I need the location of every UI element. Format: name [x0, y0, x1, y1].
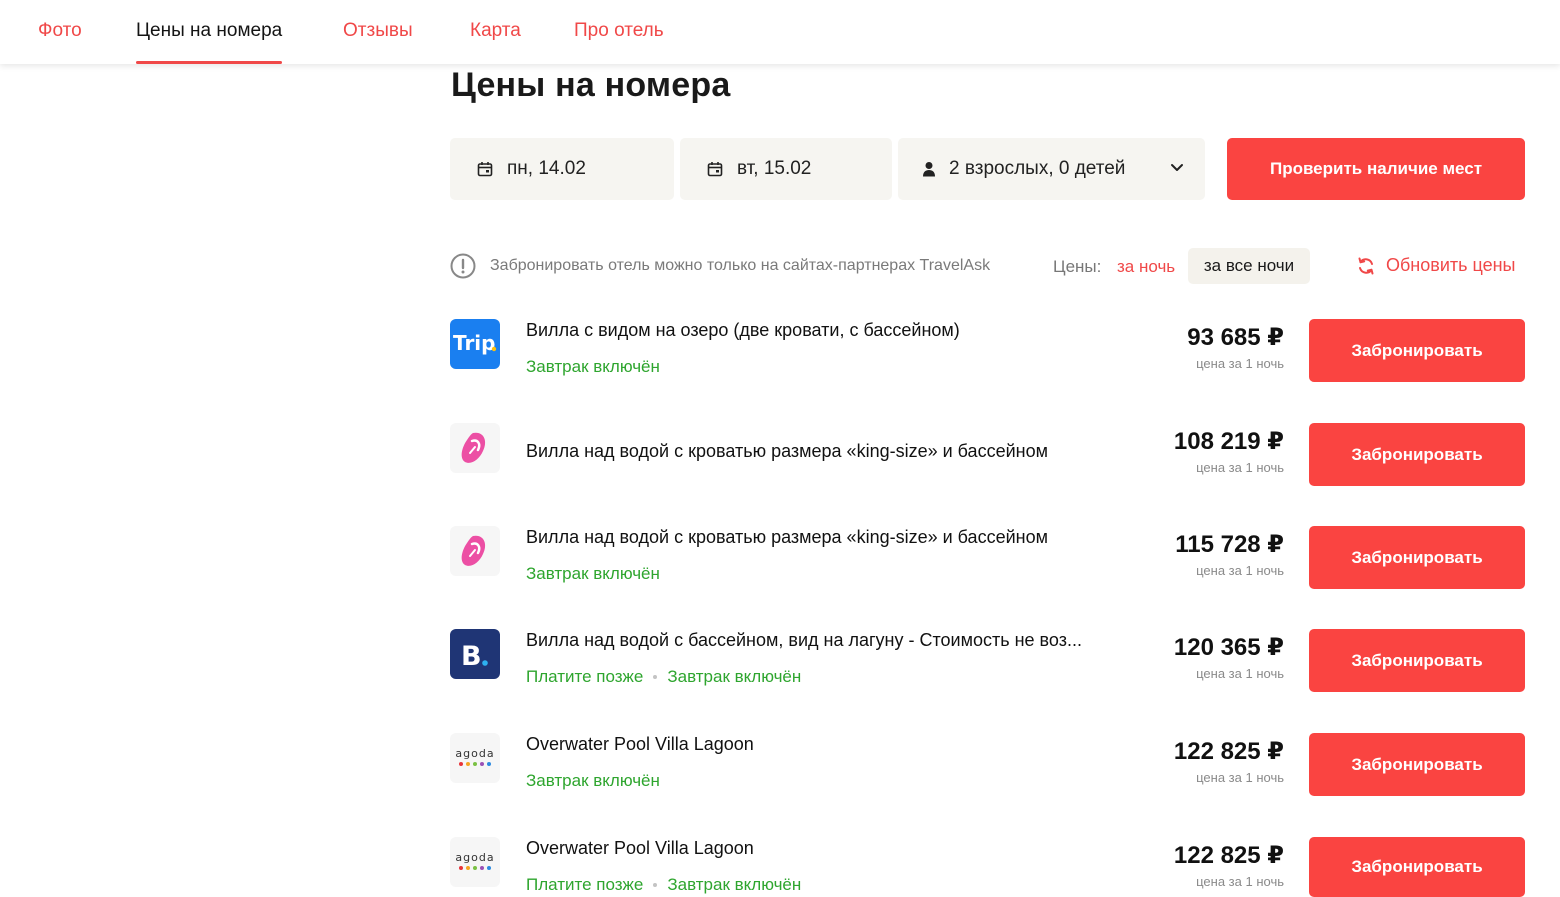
- offer-row: B Вилла над водой с бассейном, вид на ла…: [450, 629, 1525, 693]
- offer-price: 115 728 ₽: [1175, 531, 1284, 558]
- offer-tags: Платите позже Завтрак включён: [526, 875, 801, 895]
- offer-row: agoda Overwater Pool Villa Lagoon Платит…: [450, 837, 1525, 897]
- check-availability-button[interactable]: Проверить наличие мест: [1227, 138, 1525, 200]
- offer-room-name: Overwater Pool Villa Lagoon: [526, 838, 754, 858]
- book-button[interactable]: Забронировать: [1309, 423, 1525, 486]
- ostrovok-logo-icon: [450, 526, 500, 576]
- partner-notice-text: Забронировать отель можно только на сайт…: [490, 257, 991, 274]
- offer-tags: Завтрак включён: [526, 357, 660, 377]
- page-title: Цены на номера: [451, 66, 731, 104]
- offer-price-unit: цена за 1 ночь: [1196, 356, 1284, 371]
- price-all-nights-option[interactable]: за все ночи: [1188, 248, 1310, 284]
- chevron-down-icon: [1169, 159, 1185, 175]
- book-button[interactable]: Забронировать: [1309, 526, 1525, 589]
- agoda-logo-icon: agoda: [450, 733, 500, 783]
- offer-price-unit: цена за 1 ночь: [1196, 770, 1284, 785]
- tab-about-hotel[interactable]: Про отель: [574, 0, 664, 64]
- book-button[interactable]: Забронировать: [1309, 837, 1525, 897]
- tab-reviews[interactable]: Отзывы: [343, 0, 413, 64]
- refresh-prices-label: Обновить цены: [1386, 255, 1516, 275]
- offer-room-name: Overwater Pool Villa Lagoon: [526, 734, 754, 754]
- offer-room-name: Вилла с видом на озеро (две кровати, с б…: [526, 320, 960, 340]
- tag-separator: [653, 883, 658, 887]
- offer-room-name: Вилла над водой с бассейном, вид на лагу…: [526, 630, 1082, 650]
- hotel-section-nav: Фото Цены на номера Отзывы Карта Про оте…: [0, 0, 1560, 64]
- breakfast-included-tag: Завтрак включён: [526, 357, 660, 376]
- offer-price-unit: цена за 1 ночь: [1196, 874, 1284, 889]
- offer-price: 108 219 ₽: [1173, 428, 1284, 455]
- partner-notice: Забронировать отель можно только на сайт…: [450, 252, 990, 280]
- booking-logo-icon: B: [450, 629, 500, 679]
- offer-row: Вилла над водой с кроватью размера «king…: [450, 423, 1525, 487]
- offer-price: 122 825 ₽: [1173, 738, 1284, 765]
- offer-row: Trip Вилла с видом на озеро (две кровати…: [450, 319, 1525, 383]
- breakfast-included-tag: Завтрак включён: [526, 564, 660, 583]
- offer-tags: Завтрак включён: [526, 564, 660, 584]
- guests-select[interactable]: 2 взрослых, 0 детей: [898, 138, 1205, 200]
- guests-value: 2 взрослых, 0 детей: [949, 158, 1126, 179]
- breakfast-included-tag: Завтрак включён: [667, 875, 802, 894]
- calendar-icon: [476, 160, 494, 178]
- checkin-date-value: пн, 14.02: [507, 158, 586, 179]
- tab-photos[interactable]: Фото: [38, 0, 82, 64]
- offer-price: 122 825 ₽: [1173, 842, 1284, 869]
- offer-price-unit: цена за 1 ночь: [1196, 563, 1284, 578]
- breakfast-included-tag: Завтрак включён: [667, 667, 802, 686]
- pay-later-tag: Платите позже: [526, 667, 644, 686]
- offer-price-unit: цена за 1 ночь: [1196, 460, 1284, 475]
- svg-text:B: B: [461, 641, 482, 672]
- book-button[interactable]: Забронировать: [1309, 629, 1525, 692]
- calendar-icon: [706, 160, 724, 178]
- refresh-icon: [1356, 256, 1376, 276]
- prices-mode-label: Цены:: [1053, 257, 1102, 276]
- offer-price-unit: цена за 1 ночь: [1196, 666, 1284, 681]
- book-button[interactable]: Забронировать: [1309, 733, 1525, 796]
- svg-text:agoda: agoda: [455, 851, 494, 864]
- tag-separator: [653, 675, 658, 679]
- book-button[interactable]: Забронировать: [1309, 319, 1525, 382]
- ostrovok-logo-icon: [450, 423, 500, 473]
- svg-text:agoda: agoda: [455, 747, 494, 760]
- checkout-date-value: вт, 15.02: [737, 158, 812, 179]
- checkin-date-field[interactable]: пн, 14.02: [450, 138, 674, 200]
- svg-text:Trip: Trip: [453, 331, 495, 355]
- offer-price: 93 685 ₽: [1187, 324, 1284, 351]
- pay-later-tag: Платите позже: [526, 875, 644, 894]
- person-icon: [920, 160, 938, 178]
- agoda-logo-icon: agoda: [450, 837, 500, 887]
- trip-logo-icon: Trip: [450, 319, 500, 369]
- breakfast-included-tag: Завтрак включён: [526, 771, 660, 790]
- offer-price: 120 365 ₽: [1173, 634, 1284, 661]
- offer-row: agoda Overwater Pool Villa Lagoon Завтра…: [450, 733, 1525, 797]
- offer-row: Вилла над водой с кроватью размера «king…: [450, 526, 1525, 590]
- offer-tags: Завтрак включён: [526, 771, 660, 791]
- offer-room-name: Вилла над водой с кроватью размера «king…: [526, 441, 1048, 461]
- refresh-prices-button[interactable]: Обновить цены: [1356, 255, 1516, 276]
- tab-room-prices[interactable]: Цены на номера: [136, 0, 283, 64]
- info-alert-icon: [450, 253, 476, 279]
- offer-tags: Платите позже Завтрак включён: [526, 667, 801, 687]
- offer-room-name: Вилла над водой с кроватью размера «king…: [526, 527, 1048, 547]
- tab-map[interactable]: Карта: [470, 0, 521, 64]
- checkout-date-field[interactable]: вт, 15.02: [680, 138, 892, 200]
- price-per-night-option[interactable]: за ночь: [1117, 257, 1175, 277]
